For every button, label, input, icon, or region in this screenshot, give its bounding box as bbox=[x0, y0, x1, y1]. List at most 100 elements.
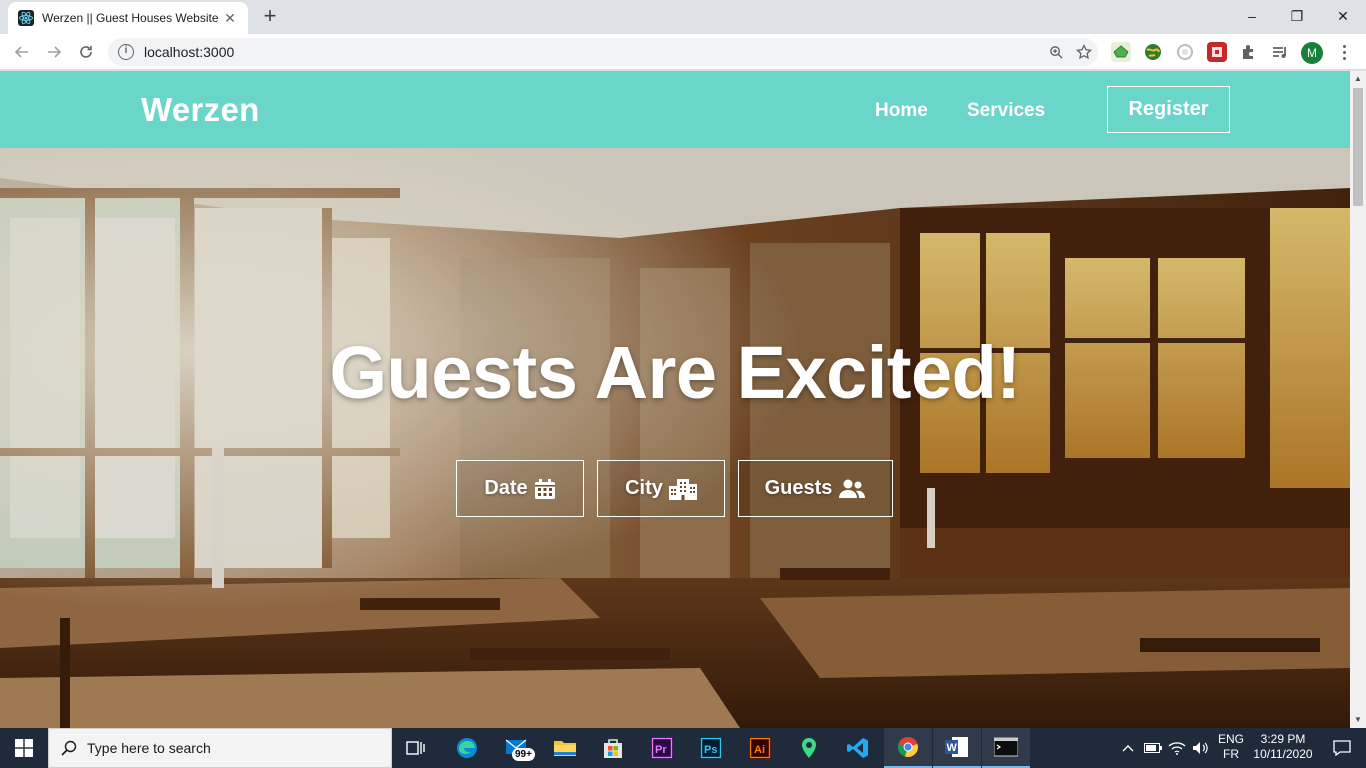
start-button[interactable] bbox=[0, 728, 48, 768]
restore-button[interactable]: ❐ bbox=[1274, 0, 1320, 32]
battery-tray[interactable] bbox=[1142, 728, 1164, 768]
svg-text:Ai: Ai bbox=[754, 744, 765, 756]
illustrator-app[interactable]: Ai bbox=[736, 728, 784, 768]
tab-close-icon[interactable]: ✕ bbox=[222, 10, 238, 27]
edge-app[interactable] bbox=[443, 728, 491, 768]
store-icon bbox=[604, 739, 622, 758]
info-icon[interactable]: i bbox=[118, 44, 134, 60]
site-logo[interactable]: Werzen bbox=[141, 91, 260, 129]
windows-logo-icon bbox=[15, 739, 33, 757]
arrow-left-icon bbox=[14, 46, 28, 58]
extension-circle-icon[interactable] bbox=[1175, 42, 1195, 62]
date-button[interactable]: Date bbox=[456, 460, 584, 517]
svg-text:W: W bbox=[947, 742, 958, 754]
word-app[interactable]: W bbox=[933, 728, 981, 768]
scroll-up-icon[interactable]: ▲ bbox=[1350, 71, 1366, 87]
browser-tabstrip: Werzen || Guest Houses Website ✕ + – ❐ ✕ bbox=[0, 0, 1366, 34]
taskbar-search-placeholder: Type here to search bbox=[87, 740, 211, 756]
taskbar-search[interactable]: Type here to search bbox=[48, 728, 392, 768]
arrow-right-icon bbox=[48, 46, 62, 58]
vscode-app[interactable] bbox=[834, 728, 882, 768]
terminal-icon bbox=[994, 737, 1018, 757]
map-pin-icon bbox=[802, 738, 816, 758]
url-text[interactable]: localhost:3000 bbox=[144, 44, 1042, 60]
address-bar[interactable]: i localhost:3000 bbox=[108, 38, 1098, 66]
wifi-icon bbox=[1168, 742, 1186, 755]
scroll-thumb[interactable] bbox=[1353, 88, 1363, 206]
file-explorer-app[interactable] bbox=[541, 728, 589, 768]
zoom-icon[interactable] bbox=[1042, 38, 1070, 66]
vscode-icon bbox=[847, 738, 868, 758]
bookmark-star-icon[interactable] bbox=[1070, 38, 1098, 66]
extension-red-icon[interactable] bbox=[1207, 42, 1227, 62]
language-indicator[interactable]: ENG FR bbox=[1215, 732, 1247, 762]
illustrator-icon: Ai bbox=[749, 737, 771, 759]
hero-title: Guests Are Excited! bbox=[329, 331, 1021, 414]
task-view-button[interactable] bbox=[392, 728, 440, 768]
media-control-icon[interactable] bbox=[1270, 42, 1290, 62]
browser-menu-icon[interactable] bbox=[1334, 40, 1354, 64]
city-button-label: City bbox=[625, 477, 663, 499]
reload-icon bbox=[80, 46, 92, 58]
clock-time: 3:29 PM bbox=[1260, 732, 1306, 746]
city-button[interactable]: City bbox=[597, 460, 725, 517]
minimize-button[interactable]: – bbox=[1229, 0, 1275, 32]
svg-text:Pr: Pr bbox=[655, 744, 667, 756]
terminal-app[interactable] bbox=[982, 728, 1030, 768]
photoshop-icon: Ps bbox=[700, 737, 722, 759]
close-window-button[interactable]: ✕ bbox=[1320, 0, 1366, 32]
nav-link-services[interactable]: Services bbox=[967, 100, 1045, 122]
browser-tab[interactable]: Werzen || Guest Houses Website ✕ bbox=[8, 2, 248, 34]
nav-link-home[interactable]: Home bbox=[875, 100, 928, 122]
chrome-app[interactable] bbox=[884, 728, 932, 768]
volume-tray[interactable] bbox=[1190, 728, 1212, 768]
guests-button[interactable]: Guests bbox=[738, 460, 893, 517]
page-scrollbar[interactable]: ▲ ▼ bbox=[1350, 71, 1366, 728]
folder-icon bbox=[554, 741, 576, 756]
clock-date: 10/11/2020 bbox=[1253, 747, 1313, 761]
browser-toolbar: i localhost:3000 M bbox=[0, 34, 1366, 70]
show-hidden-icons[interactable] bbox=[1118, 728, 1138, 768]
extensions-puzzle-icon[interactable] bbox=[1239, 42, 1259, 62]
notification-icon bbox=[1333, 740, 1351, 756]
hero-section: Guests Are Excited! Date City Guests bbox=[0, 148, 1350, 728]
scroll-down-icon[interactable]: ▼ bbox=[1350, 712, 1366, 728]
guests-button-label: Guests bbox=[764, 477, 833, 499]
reload-button[interactable] bbox=[74, 40, 98, 64]
extension-globe-icon[interactable] bbox=[1143, 42, 1163, 62]
svg-text:Ps: Ps bbox=[704, 744, 717, 756]
search-icon bbox=[61, 740, 77, 756]
battery-icon bbox=[1144, 743, 1162, 753]
extension-inbox-icon[interactable] bbox=[1111, 42, 1131, 62]
profile-avatar[interactable]: M bbox=[1301, 42, 1323, 64]
network-tray[interactable] bbox=[1166, 728, 1188, 768]
tab-title: Werzen || Guest Houses Website bbox=[42, 11, 219, 25]
premiere-icon: Pr bbox=[651, 737, 673, 759]
date-button-label: Date bbox=[484, 477, 528, 499]
language-bottom: FR bbox=[1223, 747, 1239, 761]
new-tab-button[interactable]: + bbox=[258, 4, 282, 28]
premiere-app[interactable]: Pr bbox=[638, 728, 686, 768]
mail-app[interactable]: 99+ bbox=[494, 728, 542, 768]
maps-app[interactable] bbox=[785, 728, 833, 768]
register-button[interactable]: Register bbox=[1107, 86, 1230, 133]
store-app[interactable] bbox=[589, 728, 637, 768]
edge-icon bbox=[457, 738, 477, 758]
hero-background-image bbox=[0, 148, 1350, 728]
mail-badge: 99+ bbox=[512, 748, 535, 761]
chrome-icon bbox=[898, 737, 918, 757]
city-icon bbox=[668, 478, 697, 500]
clock[interactable]: 3:29 PM 10/11/2020 bbox=[1248, 732, 1318, 762]
users-icon bbox=[839, 479, 866, 498]
react-icon bbox=[18, 10, 34, 26]
forward-button[interactable] bbox=[42, 40, 66, 64]
task-view-icon bbox=[406, 741, 425, 755]
chevron-up-icon bbox=[1122, 745, 1134, 752]
back-button[interactable] bbox=[10, 40, 34, 64]
action-center-button[interactable] bbox=[1318, 728, 1366, 768]
calendar-icon bbox=[534, 478, 555, 499]
photoshop-app[interactable]: Ps bbox=[687, 728, 735, 768]
windows-taskbar: Type here to search 99+ Pr Ps Ai W ENG F… bbox=[0, 728, 1366, 768]
site-navbar: Werzen Home Services Register bbox=[0, 71, 1350, 148]
speaker-icon bbox=[1193, 742, 1208, 754]
